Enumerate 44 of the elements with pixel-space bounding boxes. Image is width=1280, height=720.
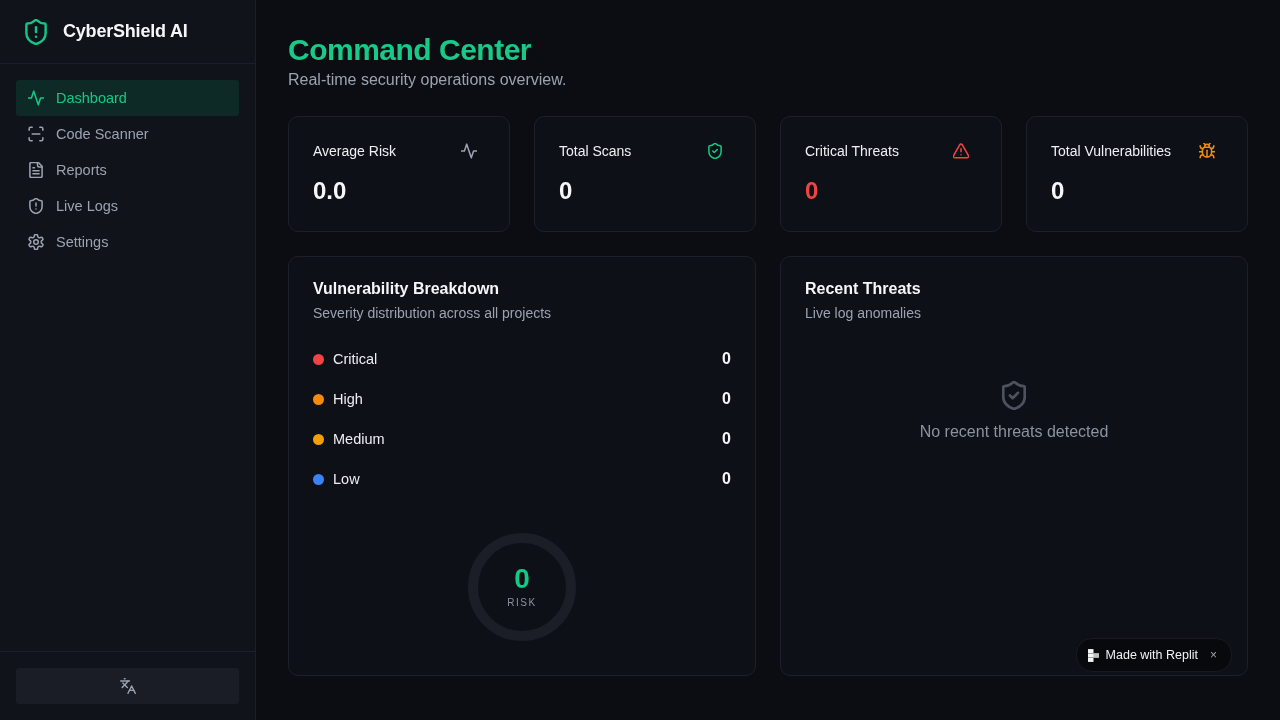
page-subtitle: Real-time security operations overview. [288,70,568,90]
nav-item[interactable]: Reports [16,152,239,188]
stat-value: 0.0 [313,176,348,206]
pulse-icon [28,90,44,106]
page-title: Command Center [288,32,533,68]
stat-label: Average Risk [313,143,396,159]
shield-check-icon [1002,381,1026,410]
scan-frame-icon [28,126,44,142]
stat-value: 0 [805,176,820,206]
risk-label: RISK [507,596,537,610]
document-icon [28,162,44,178]
language-button[interactable] [16,668,239,704]
severity-label: Low [333,471,360,487]
app-name: CyberShield AI [63,21,188,42]
nav-item[interactable]: Code Scanner [16,116,239,152]
severity-label: Medium [333,431,385,447]
logo-icon [1087,648,1099,662]
made-with-badge[interactable]: Made with Replit × [1075,638,1232,672]
stat-value: 0 [559,176,574,206]
severity-count: 0 [722,390,731,408]
panel-title: Recent Threats [805,279,922,299]
close-button[interactable]: × [1210,648,1217,662]
severity-count: 0 [722,470,731,488]
translate-icon [119,678,136,694]
settings-icon [28,234,44,250]
nav-item[interactable]: Dashboard [16,80,239,116]
stat-value: 0 [1051,176,1066,206]
nav-item[interactable]: Live Logs [16,188,239,224]
stat-label: Total Vulnerabilities [1051,143,1172,159]
nav-item[interactable]: Settings [16,224,239,260]
badge-text: Made with Replit [1105,648,1198,662]
severity-count: 0 [722,430,731,448]
risk-score: 0 [514,564,530,594]
stat-label: Total Scans [559,143,632,159]
severity-count: 0 [722,350,731,368]
severity-label: High [333,391,363,407]
empty-message: No recent threats detected [919,422,1109,442]
shield-alert-icon [28,198,44,214]
stat-label: Critical Threats [805,143,899,159]
panel-title: Vulnerability Breakdown [313,279,501,299]
shield-alert-icon [25,18,47,45]
panel-subtitle: Live log anomalies [805,304,922,323]
panel-subtitle: Severity distribution across all projects [313,304,553,323]
severity-label: Critical [333,351,378,367]
